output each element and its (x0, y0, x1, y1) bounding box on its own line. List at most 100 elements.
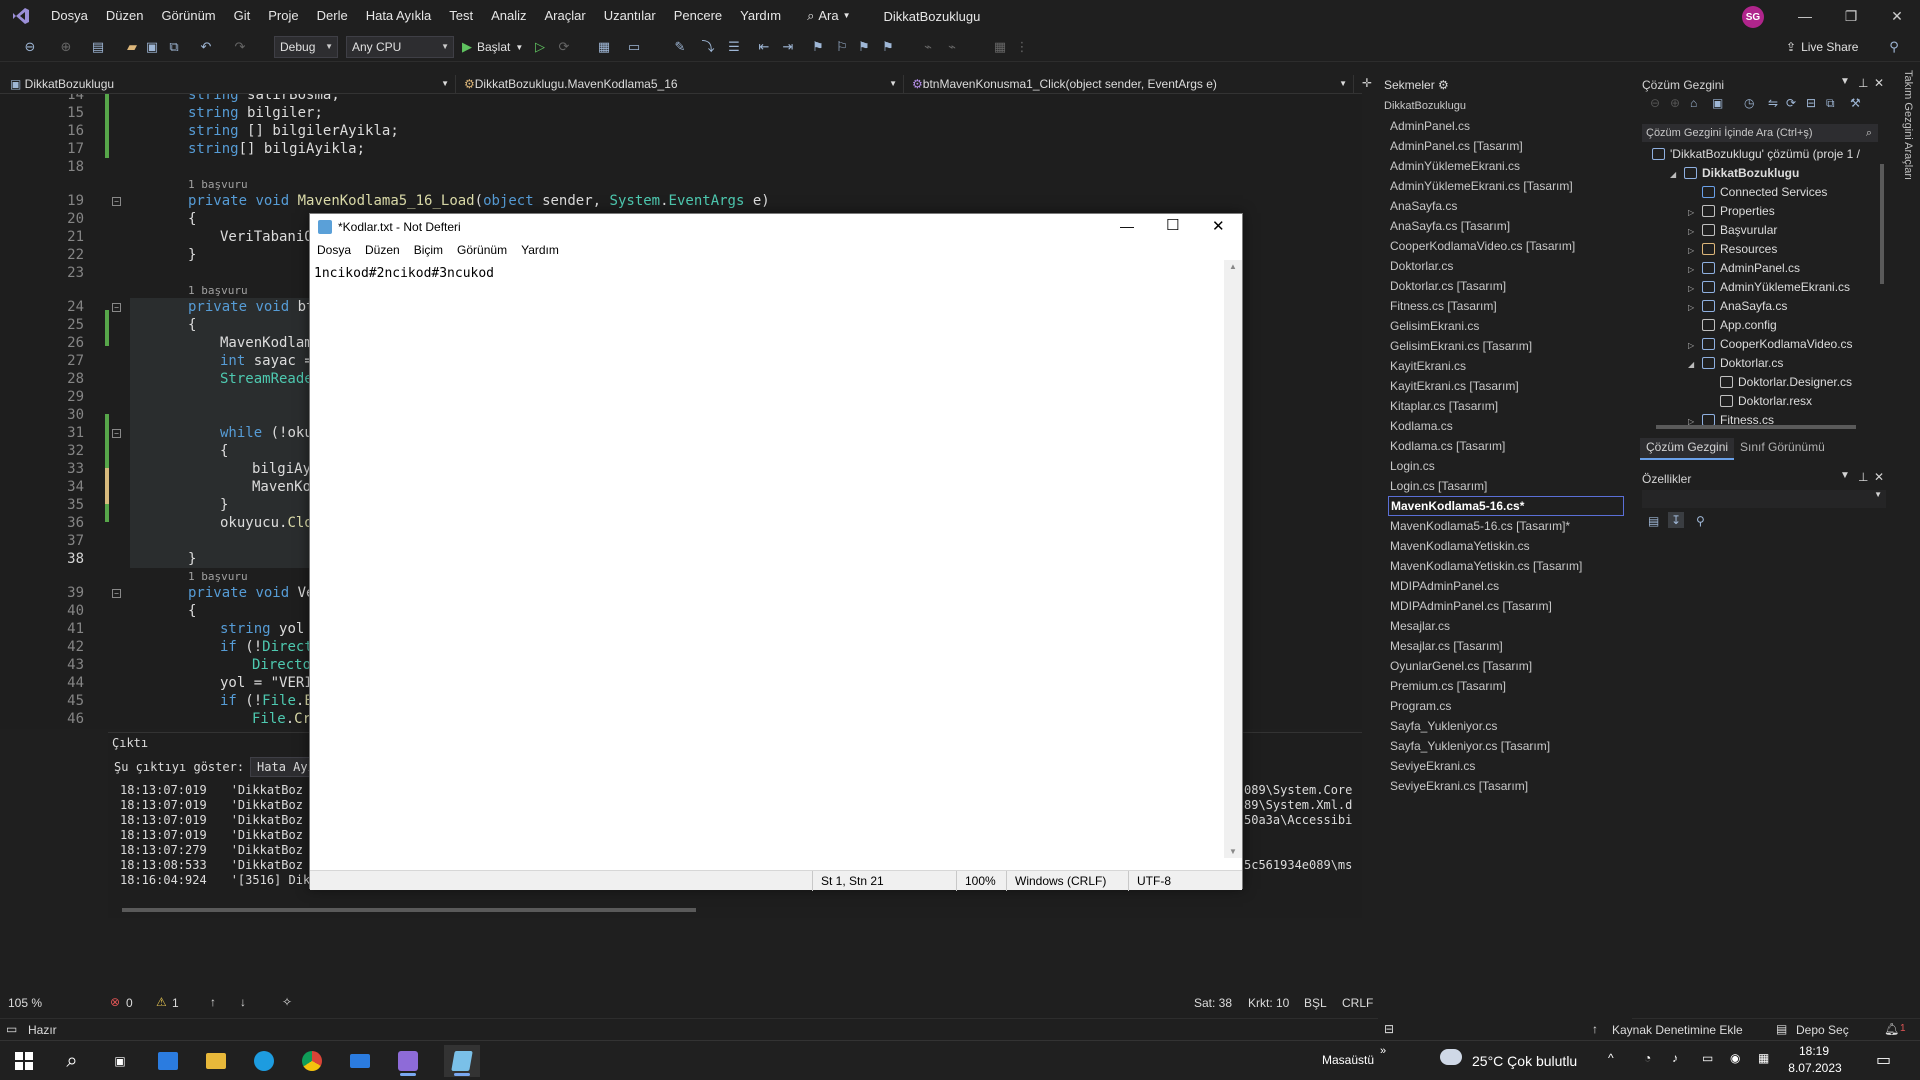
bookmark-item[interactable]: AdminYüklemeEkrani.cs [Tasarım] (1388, 176, 1624, 196)
battery-icon[interactable]: ▭ (1702, 1051, 1713, 1065)
solution-tree-item[interactable]: ▷ Resources (1688, 240, 1777, 259)
keyboard-icon[interactable]: ▦ (1758, 1051, 1769, 1065)
bookmark-item[interactable]: AdminPanel.cs [Tasarım] (1388, 136, 1624, 156)
tab-solution-explorer[interactable]: Çözüm Gezgini (1640, 438, 1735, 460)
arrow-up-icon[interactable]: ↑ (210, 995, 216, 1009)
menu-item[interactable]: Proje (259, 0, 307, 32)
solution-root[interactable]: 'DikkatBozuklugu' çözümü (proje 1 / (1652, 145, 1860, 164)
close-icon[interactable]: ✕ (1874, 76, 1884, 90)
bookmark-item[interactable]: AdminYüklemeEkrani.cs (1388, 156, 1624, 176)
source-control-button[interactable]: Kaynak Denetimine Ekle (1612, 1023, 1743, 1037)
bookmark-item[interactable]: Fitness.cs [Tasarım] (1388, 296, 1624, 316)
expand-icon[interactable]: ▷ (1688, 241, 1702, 260)
clock-date[interactable]: 8.07.2023 (1780, 1061, 1850, 1075)
notepad-maximize-button[interactable]: ☐ (1166, 216, 1179, 234)
project-dropdown[interactable]: ▣ DikkatBozuklugu ▼ (6, 75, 456, 93)
solution-tree-item[interactable]: ▷ AnaSayfa.cs (1688, 297, 1787, 316)
menu-item[interactable]: Araçlar (536, 0, 595, 32)
notepad-minimize-button[interactable]: — (1120, 218, 1134, 234)
references-codelens[interactable]: 1 başvuru (188, 284, 248, 298)
solution-tree-item[interactable]: ▷ CooperKodlamaVideo.cs (1688, 335, 1853, 354)
undo-icon[interactable]: ↶ (198, 39, 214, 55)
menu-item[interactable]: Pencere (665, 0, 731, 32)
solution-tree-item[interactable]: ◢ Doktorlar.cs (1688, 354, 1783, 373)
bookmark-item[interactable]: Login.cs [Tasarım] (1388, 476, 1624, 496)
code-icon[interactable]: ✎ (672, 39, 688, 55)
bookmark-item[interactable]: MavenKodlamaYetiskin.cs (1388, 536, 1624, 556)
bookmark-item[interactable]: KayitEkrani.cs [Tasarım] (1388, 376, 1624, 396)
uncomment-icon[interactable]: ⌁ (944, 39, 960, 55)
align-icon[interactable]: ☰ (726, 39, 742, 55)
search-icon[interactable]: ⌕ (54, 1045, 90, 1077)
scroll-down-icon[interactable]: ▼ (1229, 847, 1237, 856)
class-dropdown[interactable]: ⚙DikkatBozuklugu.MavenKodlama5_16 ▼ (460, 75, 904, 93)
bookmark-item[interactable]: GelisimEkrani.cs [Tasarım] (1388, 336, 1624, 356)
notepad-menu-item[interactable]: Dosya (310, 240, 358, 260)
solution-tree-item[interactable]: Connected Services (1688, 183, 1827, 202)
bookmark-item[interactable]: AdminPanel.cs (1388, 116, 1624, 136)
wrench-icon[interactable]: ⚒ (1850, 96, 1861, 110)
visual-studio-taskbar-icon[interactable] (390, 1045, 426, 1077)
bookmark-item[interactable]: Doktorlar.cs (1388, 256, 1624, 276)
code-line[interactable]: 17 string[] bilgiAyikla; (0, 140, 1362, 158)
bookmark-item[interactable]: Login.cs (1388, 456, 1624, 476)
notepad-title-bar[interactable]: *Kodlar.txt - Not Defteri — ☐ ✕ (310, 214, 1242, 240)
bookmark-item[interactable]: MavenKodlamaYetiskin.cs [Tasarım] (1388, 556, 1624, 576)
notepad-menu-item[interactable]: Biçim (407, 240, 450, 260)
bookmark-item[interactable]: Program.cs (1388, 696, 1624, 716)
collapse-all-icon[interactable]: ⊟ (1806, 96, 1816, 110)
bookmark-next-icon[interactable]: ⚑ (856, 39, 872, 55)
edge-icon[interactable] (246, 1045, 282, 1077)
camera-icon[interactable]: ◉ (1730, 1051, 1740, 1065)
expand-icon[interactable]: ▷ (1688, 203, 1702, 222)
line-ending[interactable]: CRLF (1342, 996, 1373, 1010)
bookmark-item[interactable]: Kitaplar.cs [Tasarım] (1388, 396, 1624, 416)
bookmark-item[interactable]: KayitEkrani.cs (1388, 356, 1624, 376)
solution-tree-item[interactable]: ▷ Başvurular (1688, 221, 1777, 240)
dropdown-icon[interactable]: ▼ (1840, 470, 1850, 481)
back-icon[interactable]: ⊖ (22, 39, 38, 55)
notepad-text-area[interactable]: 1ncikod#2ncikod#3ncukod (310, 260, 1224, 858)
solution-tree-item[interactable]: ▷ AdminYüklemeEkrani.cs (1688, 278, 1850, 297)
bookmark-item[interactable]: Premium.cs [Tasarım] (1388, 676, 1624, 696)
pin-icon[interactable]: ⊥ (1858, 470, 1868, 484)
task-view-icon[interactable]: ▣ (102, 1045, 138, 1077)
menu-item[interactable]: Test (440, 0, 482, 32)
menu-item[interactable]: Düzen (97, 0, 153, 32)
bookmark-item[interactable]: AnaSayfa.cs [Tasarım] (1388, 216, 1624, 236)
indent-icon[interactable]: ⇤ (756, 39, 772, 55)
bookmark-item[interactable]: GelisimEkrani.cs (1388, 316, 1624, 336)
run-without-debug-icon[interactable]: ▷ (532, 39, 548, 55)
outdent-icon[interactable]: ⇥ (780, 39, 796, 55)
bookmark-item[interactable]: SeviyeEkrani.cs (1388, 756, 1624, 776)
gear-icon[interactable]: ⚙ (1438, 78, 1449, 92)
tray-overflow-icon[interactable]: ^ (1608, 1051, 1614, 1065)
solution-tree-item[interactable]: App.config (1688, 316, 1777, 335)
solution-tree-item[interactable]: ▷ AdminPanel.cs (1688, 259, 1800, 278)
expand-icon[interactable]: ▷ (1688, 222, 1702, 241)
menu-item[interactable]: Yardım (731, 0, 790, 32)
bookmark-icon[interactable]: ⚑ (810, 39, 826, 55)
volume-icon[interactable]: ♪ (1672, 1051, 1678, 1065)
bookmark-item[interactable]: Kodlama.cs [Tasarım] (1388, 436, 1624, 456)
menu-item[interactable]: Görünüm (152, 0, 224, 32)
pin-icon[interactable]: ⊥ (1858, 76, 1868, 90)
desktop-toolbar[interactable]: Masaüstü (1322, 1053, 1374, 1067)
bookmark-item[interactable]: Sayfa_Yukleniyor.cs [Tasarım] (1388, 736, 1624, 756)
notepad-menu-item[interactable]: Düzen (358, 240, 407, 260)
solution-tree-item[interactable]: Doktorlar.resx (1706, 392, 1812, 411)
notepad-menu-item[interactable]: Görünüm (450, 240, 514, 260)
menu-item[interactable]: Git (225, 0, 260, 32)
repo-select-button[interactable]: Depo Seç (1796, 1023, 1849, 1037)
scroll-up-icon[interactable]: ▲ (1229, 262, 1237, 271)
bookmark-item[interactable]: MDIPAdminPanel.cs (1388, 576, 1624, 596)
feedback-icon[interactable]: ⚲ (1886, 39, 1902, 55)
platform-select[interactable]: Any CPU ▼ (346, 36, 454, 58)
minimize-button[interactable]: — (1782, 0, 1828, 32)
expand-icon[interactable]: ▷ (1688, 336, 1702, 355)
collapse-icon[interactable]: − (112, 197, 121, 206)
menu-item[interactable]: Hata Ayıkla (357, 0, 441, 32)
bookmark-item[interactable]: SeviyeEkrani.cs [Tasarım] (1388, 776, 1624, 796)
notification-tray-icon[interactable]: ⊟ (1384, 1022, 1394, 1036)
expand-icon[interactable]: ▷ (1688, 260, 1702, 279)
